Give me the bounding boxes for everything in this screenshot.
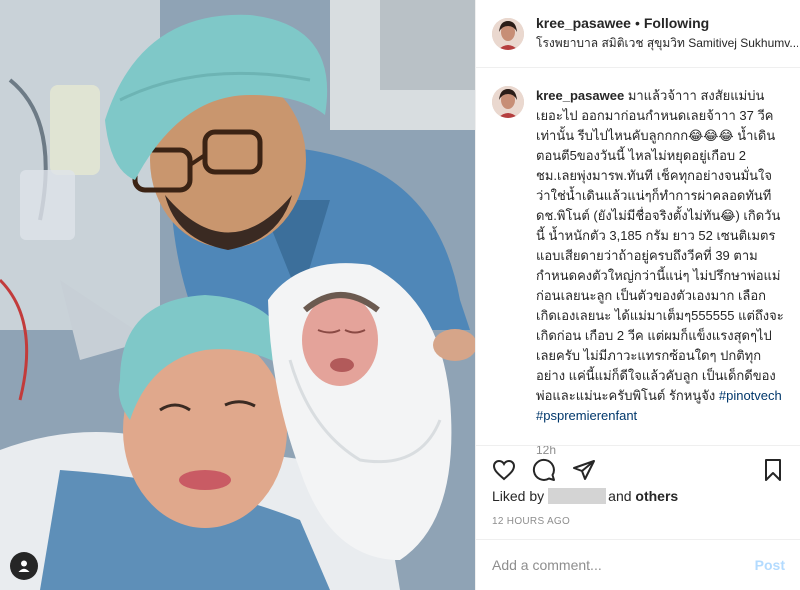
tagged-users-button[interactable] (10, 552, 38, 580)
action-bar (476, 445, 800, 493)
share-icon[interactable] (572, 458, 596, 482)
and-label: and (608, 488, 632, 504)
avatar[interactable] (492, 17, 524, 50)
post-photo-image (0, 0, 475, 590)
caption-avatar-image (492, 86, 524, 118)
header-separator: • (634, 14, 640, 31)
post-comment-button[interactable]: Post (755, 557, 785, 573)
likes-summary: Liked by and others (492, 488, 678, 504)
post-author-username[interactable]: kree_pasawee (536, 15, 631, 31)
following-button[interactable]: Following (644, 15, 709, 31)
likes-others-link[interactable]: others (635, 488, 678, 504)
caption: kree_pasawee มาแล้วจ้าาา สงสัยแม่บ่นเยอะ… (536, 86, 784, 457)
post-detail-panel: kree_pasawee • Following โรงพยาบาล สมิติ… (475, 0, 800, 590)
post-location[interactable]: โรงพยาบาล สมิติเวช สุขุมวิท Samitivej Su… (536, 34, 798, 53)
hashtag-link[interactable]: #pinotvech (719, 388, 782, 403)
heart-icon[interactable] (492, 458, 516, 482)
user-tag-icon (18, 560, 30, 572)
bookmark-icon[interactable] (761, 458, 785, 482)
redacted-liker-name[interactable] (548, 488, 607, 504)
caption-avatar[interactable] (492, 86, 524, 118)
post-header: kree_pasawee • Following โรงพยาบาล สมิติ… (476, 0, 800, 68)
post-photo[interactable] (0, 0, 475, 590)
avatar-image (492, 17, 524, 50)
hashtag-link[interactable]: #pspremierenfant (536, 408, 637, 423)
comment-form: Post (476, 539, 800, 590)
caption-text: มาแล้วจ้าาา สงสัยแม่บ่นเยอะไป ออกมาก่อนก… (536, 88, 784, 403)
comment-icon[interactable] (532, 458, 556, 482)
post-timestamp[interactable]: 12 HOURS AGO (492, 516, 570, 527)
comment-input[interactable] (492, 557, 755, 573)
liked-by-label: Liked by (492, 488, 545, 504)
caption-section: kree_pasawee มาแล้วจ้าาา สงสัยแม่บ่นเยอะ… (476, 68, 800, 457)
caption-username[interactable]: kree_pasawee (536, 88, 624, 103)
